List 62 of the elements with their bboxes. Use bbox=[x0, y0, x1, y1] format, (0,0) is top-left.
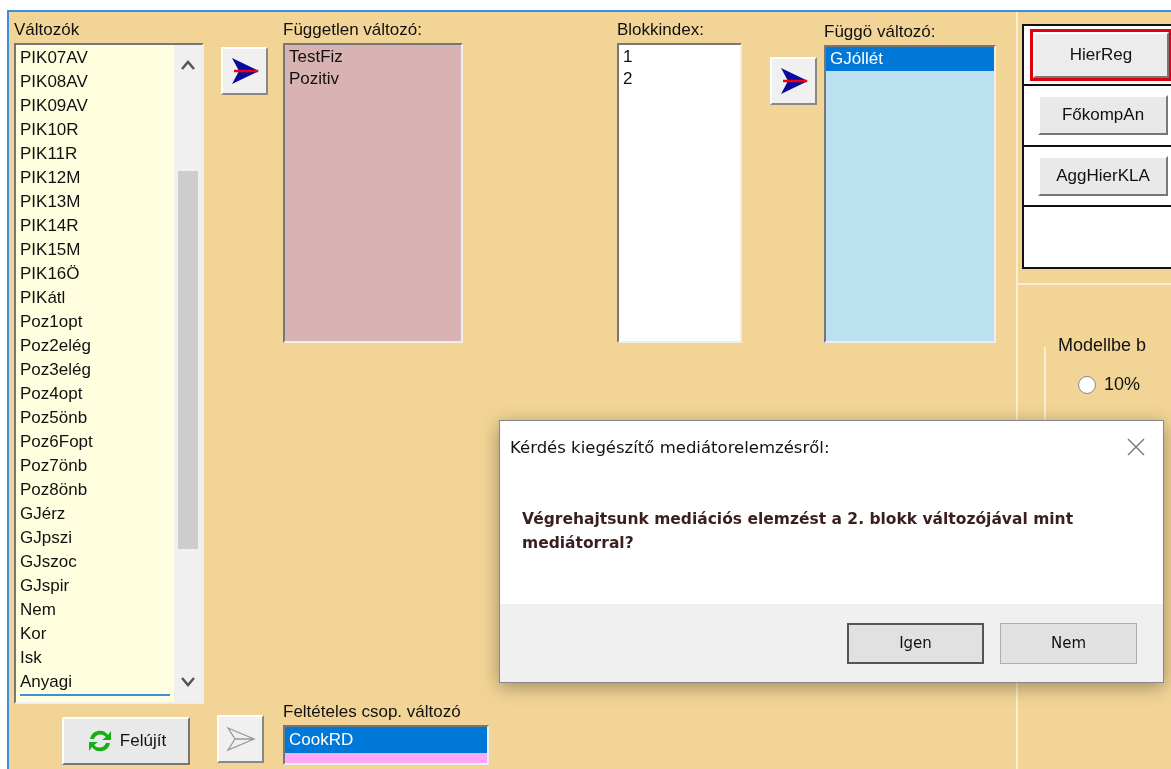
list-item[interactable]: PIK10R bbox=[20, 118, 170, 142]
list-item[interactable]: PIK13M bbox=[20, 190, 170, 214]
list-label: Függö változó: bbox=[824, 21, 937, 43]
list-item[interactable]: PIK15M bbox=[20, 238, 170, 262]
arrow-icon bbox=[229, 56, 260, 86]
list-item[interactable]: Nem bbox=[20, 598, 170, 622]
list-item[interactable]: PIK08AV bbox=[20, 70, 170, 94]
analysis-button[interactable]: AggHierKLA bbox=[1038, 155, 1168, 196]
analysis-button[interactable]: HierReg bbox=[1033, 31, 1169, 78]
list-item[interactable]: Isk bbox=[20, 646, 170, 670]
list-item[interactable]: Poz1opt bbox=[20, 310, 170, 334]
move-button[interactable] bbox=[221, 47, 268, 95]
list-item[interactable]: Poz7önb bbox=[20, 454, 170, 478]
list-item[interactable]: GJóllét bbox=[826, 47, 994, 71]
list-label: Változók bbox=[14, 19, 81, 41]
list-item[interactable]: PIKátl bbox=[20, 286, 170, 310]
close-icon[interactable] bbox=[1127, 438, 1145, 456]
list-item[interactable]: Poz5önb bbox=[20, 406, 170, 430]
list-item[interactable]: PIK07AV bbox=[20, 46, 170, 70]
independent-list[interactable]: TestFiz Pozitiv bbox=[283, 43, 463, 343]
dialog-title: Kérdés kiegészítő mediátorelemzésről: bbox=[510, 437, 830, 457]
list-item[interactable]: PIK11R bbox=[20, 142, 170, 166]
analysis-button[interactable]: FőkompAn bbox=[1038, 95, 1168, 136]
variables-list[interactable]: PIK07AV PIK08AV PIK09AV PIK10R PIK11R PIK12M PIK13M PIK14R PIK15M PIK16Ö PIKátl Poz1opt Poz2elég Poz3elég Poz4opt Poz5önb Poz6Fopt Poz7önb Poz8önb GJérz GJpszi GJszoc GJspir Nem Kor Isk Anyagi bbox=[14, 43, 204, 704]
list-item[interactable]: Poz2elég bbox=[20, 334, 170, 358]
list-item[interactable]: Poz8önb bbox=[20, 478, 170, 502]
dialog-button[interactable]: Igen bbox=[847, 622, 984, 664]
list-item[interactable]: GJspir bbox=[20, 574, 170, 598]
arrow-icon bbox=[778, 66, 809, 96]
radio-button[interactable] bbox=[1078, 375, 1096, 394]
list-item[interactable]: GJérz bbox=[20, 502, 170, 526]
list-item[interactable]: GJszoc bbox=[20, 550, 170, 574]
list-item[interactable]: Anyagi bbox=[20, 670, 170, 696]
dialog-message: Végrehajtsunk mediációs elemzést a 2. blokk változójával mint mediátorral? bbox=[521, 509, 1075, 554]
list-item[interactable]: PIK09AV bbox=[20, 94, 170, 118]
list-item[interactable]: Poz4opt bbox=[20, 382, 170, 406]
refresh-button[interactable]: Felújít bbox=[62, 717, 190, 765]
list-label: Blokkindex: bbox=[617, 19, 705, 41]
block-index-list[interactable]: 1 2 bbox=[617, 43, 742, 343]
list-item[interactable]: Poz3elég bbox=[20, 358, 170, 382]
dialog-button[interactable]: Nem bbox=[1000, 622, 1137, 664]
scroll-up-icon[interactable] bbox=[180, 59, 196, 71]
move-button[interactable] bbox=[770, 57, 817, 105]
list-item[interactable]: PIK12M bbox=[20, 166, 170, 190]
list-item[interactable]: TestFiz bbox=[289, 46, 457, 68]
dependent-list[interactable]: GJóllét bbox=[824, 45, 996, 343]
field-label: Feltételes csop. változó bbox=[283, 701, 462, 723]
radio-label: 10% bbox=[1104, 374, 1141, 395]
send-arrow-icon bbox=[225, 726, 256, 752]
list-item[interactable]: 1 bbox=[623, 46, 736, 68]
list-item[interactable]: Pozitiv bbox=[289, 68, 457, 90]
scroll-thumb[interactable] bbox=[178, 171, 198, 549]
list-item[interactable]: PIK14R bbox=[20, 214, 170, 238]
list-item[interactable]: PIK16Ö bbox=[20, 262, 170, 286]
list-item[interactable]: 2 bbox=[623, 68, 736, 90]
list-item[interactable]: Kor bbox=[20, 622, 170, 646]
list-item[interactable]: Poz6Fopt bbox=[20, 430, 170, 454]
list-item[interactable]: GJpszi bbox=[20, 526, 170, 550]
scroll-down-icon[interactable] bbox=[180, 676, 196, 688]
scrollbar[interactable] bbox=[174, 45, 202, 702]
group-field[interactable]: CookRD bbox=[283, 725, 489, 765]
list-label: Független változó: bbox=[283, 19, 423, 41]
